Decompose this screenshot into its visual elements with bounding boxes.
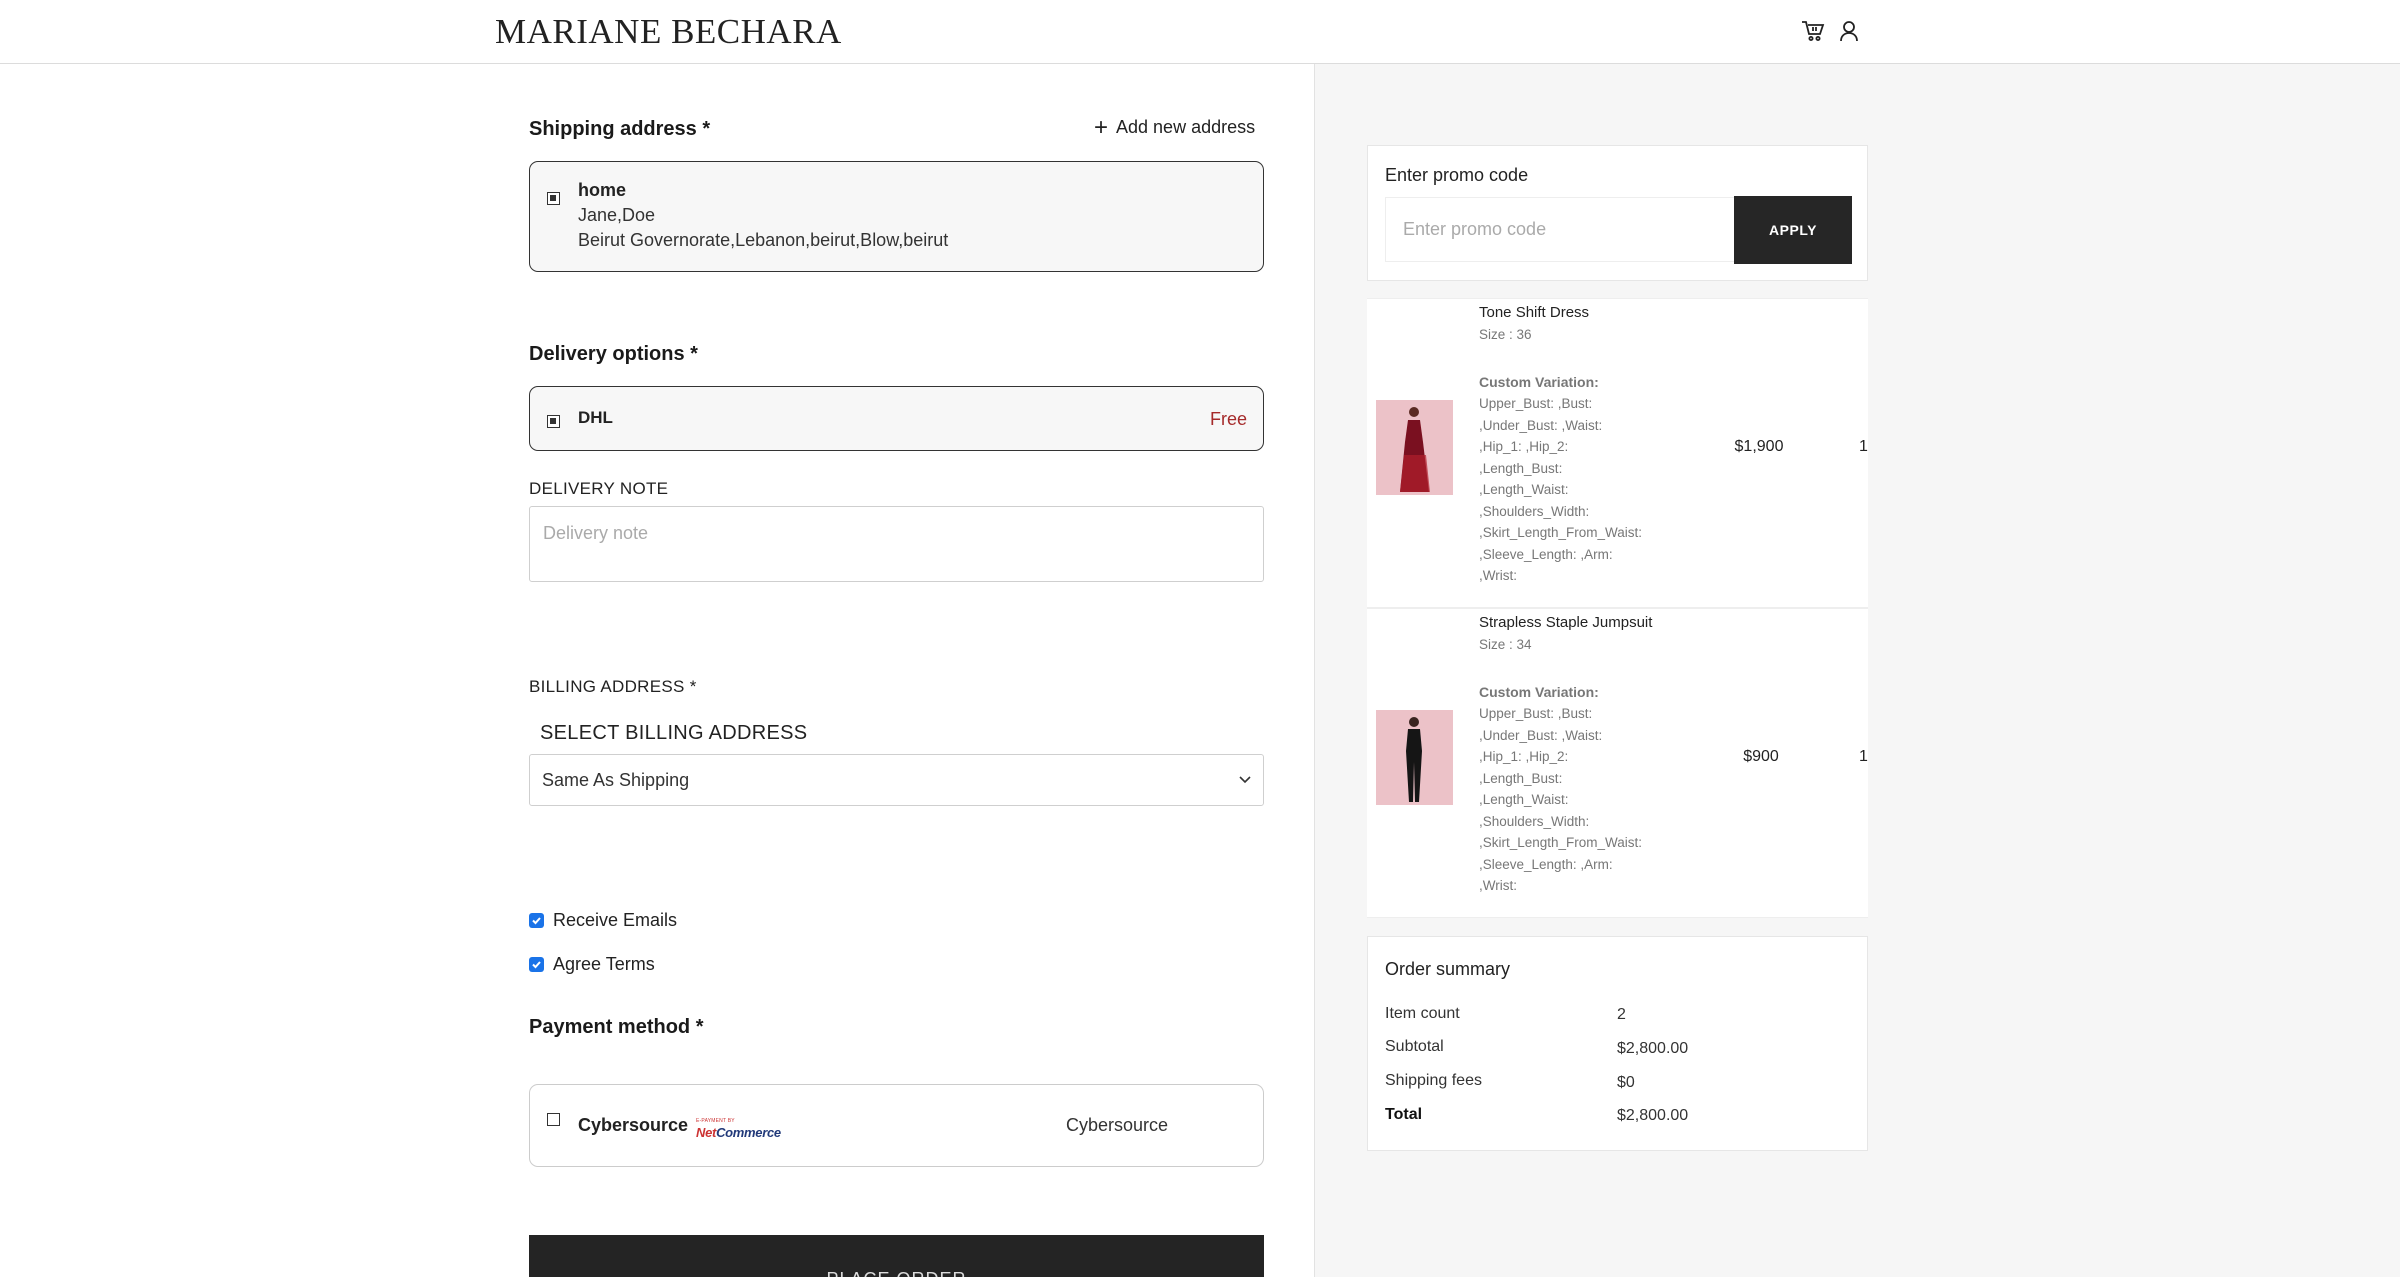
delivery-options-title: Delivery options *	[529, 343, 698, 365]
product-price: $1,900	[1734, 438, 1784, 455]
product-size: Size : 36	[1479, 327, 1532, 342]
promo-code-input[interactable]	[1385, 197, 1735, 262]
payment-method-right-label: Cybersource	[1066, 1115, 1169, 1135]
variation-line: ,Length_Bust:	[1479, 460, 1563, 476]
variation-line: ,Wrist:	[1479, 568, 1517, 583]
agree-terms-label: Agree Terms	[553, 954, 655, 974]
variation-line: ,Length_Waist:	[1479, 792, 1569, 807]
variation-line: ,Shoulders_Width:	[1479, 503, 1590, 519]
payment-radio[interactable]	[547, 1113, 560, 1126]
agree-terms-checkbox[interactable]	[529, 957, 544, 972]
shipping-address-title: Shipping address *	[529, 118, 711, 140]
payment-method-name: Cybersource	[578, 1115, 689, 1135]
summary-total-value: $2,800.00	[1617, 1107, 1689, 1124]
variation-line: ,Length_Bust:	[1479, 770, 1563, 786]
product-quantity: 1	[1859, 748, 1868, 765]
delivery-option-price: Free	[1209, 409, 1247, 429]
delivery-note-field[interactable]	[529, 506, 1264, 582]
receive-emails-label: Receive Emails	[553, 910, 678, 930]
cart-icon[interactable]	[1798, 16, 1828, 46]
product-name: Strapless Staple Jumpsuit	[1479, 614, 1653, 631]
variation-line: ,Length_Waist:	[1479, 482, 1569, 497]
cart-item: Strapless Staple Jumpsuit Size : 34 Cust…	[1367, 608, 1868, 918]
apply-promo-button[interactable]: APPLY	[1734, 196, 1852, 264]
summary-subtotal-label: Subtotal	[1385, 1038, 1444, 1055]
billing-select-label: SELECT BILLING ADDRESS	[540, 722, 808, 744]
summary-item-count-label: Item count	[1385, 1005, 1460, 1022]
product-price: $900	[1743, 748, 1779, 765]
netcommerce-logo-tagline: E-PAYMENT BY	[696, 1118, 735, 1124]
user-icon[interactable]	[1834, 16, 1864, 46]
variation-line: ,Under_Bust: ,Waist:	[1479, 417, 1603, 433]
address-recipient: Jane,Doe	[578, 205, 656, 225]
receive-emails-row[interactable]: Receive Emails	[529, 910, 677, 931]
product-thumbnail[interactable]	[1376, 710, 1453, 805]
netcommerce-logo: E-PAYMENT BY NetCommerce	[696, 1118, 781, 1142]
promo-title: Enter promo code	[1385, 165, 1529, 185]
variation-line: ,Sleeve_Length: ,Arm:	[1479, 546, 1613, 562]
variation-line: ,Skirt_Length_From_Waist:	[1479, 835, 1643, 850]
netcommerce-logo-commerce: Commerce	[716, 1125, 781, 1140]
variation-line: Upper_Bust: ,Bust:	[1479, 396, 1593, 411]
delivery-option-name: DHL	[578, 408, 613, 427]
order-summary: Order summary Item count 2 Subtotal $2,8…	[1367, 936, 1868, 1151]
summary-total-label: Total	[1385, 1106, 1423, 1123]
netcommerce-logo-net: Net	[696, 1125, 717, 1140]
delivery-option-dhl[interactable]: DHL Free	[529, 386, 1264, 451]
brand-logo[interactable]: MARIANE BECHARA	[495, 12, 842, 52]
variation-line: ,Sleeve_Length: ,Arm:	[1479, 856, 1613, 872]
delivery-radio[interactable]	[547, 415, 560, 428]
add-new-address-label: Add new address	[1116, 117, 1256, 137]
billing-address-select[interactable]: Same As Shipping	[529, 754, 1264, 806]
summary-shipping-value: $0	[1617, 1074, 1635, 1091]
variation-line: ,Hip_1: ,Hip_2:	[1479, 749, 1569, 764]
variation-line: ,Skirt_Length_From_Waist:	[1479, 525, 1643, 540]
promo-code-box: Enter promo code APPLY	[1367, 145, 1868, 281]
cart-item: Tone Shift Dress Size : 36 Custom Variat…	[1367, 298, 1868, 608]
product-thumbnail[interactable]	[1376, 400, 1453, 495]
address-label: home	[578, 180, 627, 200]
agree-terms-row[interactable]: Agree Terms	[529, 954, 655, 975]
summary-item-count-value: 2	[1617, 1006, 1626, 1023]
summary-shipping-label: Shipping fees	[1385, 1072, 1482, 1089]
site-header: MARIANE BECHARA	[0, 0, 2400, 64]
address-card-home[interactable]: home Jane,Doe Beirut Governorate,Lebanon…	[529, 161, 1264, 272]
product-name: Tone Shift Dress	[1479, 304, 1590, 321]
variation-line: ,Hip_1: ,Hip_2:	[1479, 439, 1569, 454]
receive-emails-checkbox[interactable]	[529, 913, 544, 928]
variation-line: Upper_Bust: ,Bust:	[1479, 706, 1593, 721]
plus-icon: +	[1094, 113, 1109, 141]
chevron-down-icon	[1237, 769, 1253, 796]
summary-subtotal-value: $2,800.00	[1617, 1040, 1689, 1057]
product-size: Size : 34	[1479, 637, 1532, 652]
variation-line: ,Under_Bust: ,Waist:	[1479, 727, 1603, 743]
variation-line: ,Shoulders_Width:	[1479, 813, 1590, 829]
variation-line: ,Wrist:	[1479, 878, 1517, 893]
payment-method-title: Payment method *	[529, 1016, 704, 1038]
add-new-address-button[interactable]: + Add new address	[1094, 113, 1256, 141]
custom-variation-title: Custom Variation:	[1479, 684, 1599, 700]
product-quantity: 1	[1859, 438, 1868, 455]
custom-variation-title: Custom Variation:	[1479, 374, 1599, 390]
address-radio[interactable]	[547, 192, 560, 205]
delivery-note-label: DELIVERY NOTE	[529, 479, 669, 498]
order-summary-title: Order summary	[1385, 959, 1511, 979]
payment-option-cybersource[interactable]: Cybersource E-PAYMENT BY NetCommerce Cyb…	[529, 1084, 1264, 1167]
billing-select-value: Same As Shipping	[542, 770, 690, 790]
billing-address-title: BILLING ADDRESS *	[529, 677, 697, 696]
address-line: Beirut Governorate,Lebanon,beirut,Blow,b…	[578, 230, 949, 250]
place-order-button[interactable]: PLACE ORDER	[529, 1235, 1264, 1277]
